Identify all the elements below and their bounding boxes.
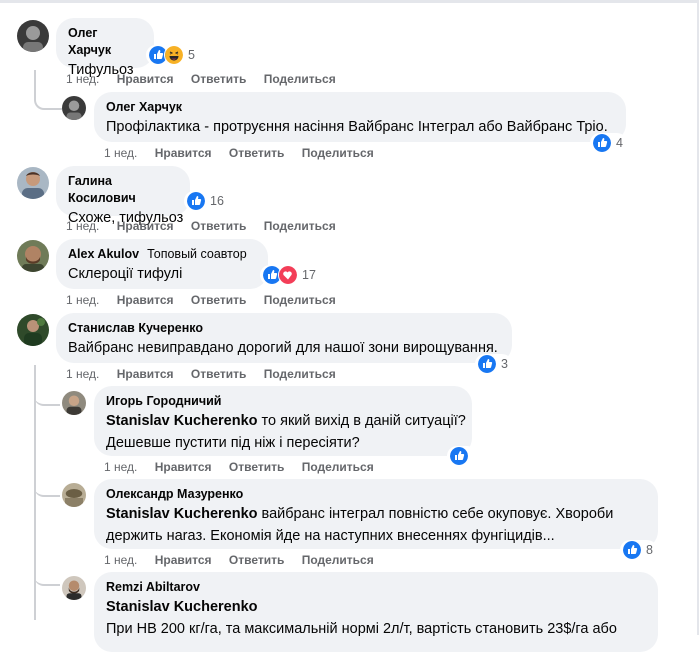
comment-author: Alex Akulov Топовый соавтор — [68, 246, 256, 263]
share-button[interactable]: Поделиться — [302, 460, 374, 474]
comment-author[interactable]: Remzi Abiltarov — [106, 579, 646, 596]
reply-button[interactable]: Ответить — [191, 367, 246, 381]
comment-bubble: Remzi Abiltarov Stanislav Kucherenko При… — [94, 572, 658, 652]
share-button[interactable]: Поделиться — [264, 72, 336, 86]
reply-button[interactable]: Ответить — [229, 146, 284, 160]
comment-text: Вайбранс невиправдано дорогий для нашої … — [68, 340, 498, 356]
comment-text-line2: При НВ 200 кг/га, та максимальній нормі … — [106, 621, 617, 637]
comment-bubble: Alex Akulov Топовый соавтор Склероції тиф… — [56, 239, 268, 289]
comment-actions: 1 нед. Нравится Ответить Поделиться — [104, 460, 388, 474]
comment-text-line1: то який вихід в даній ситуації? — [257, 413, 466, 429]
comment-author[interactable]: Олександр Мазуренко — [106, 486, 646, 503]
reaction-count: 16 — [210, 194, 224, 208]
reaction-count: 3 — [501, 357, 508, 371]
avatar[interactable] — [62, 391, 86, 415]
timestamp[interactable]: 1 нед. — [104, 146, 137, 160]
comment-author[interactable]: Игорь Городничий — [106, 393, 460, 410]
reactions[interactable]: 16 — [184, 191, 228, 211]
mention-link[interactable]: Stanislav Kucherenko — [106, 596, 646, 618]
like-button[interactable]: Нравится — [155, 553, 212, 567]
comment-text: Stanislav Kucherenko то який вихід в дан… — [106, 410, 466, 432]
comment-bubble: Игорь Городничий Stanislav Kucherenko то… — [94, 386, 472, 456]
comment-actions: 1 нед. Нравится Ответить Поделиться — [66, 72, 350, 86]
like-button[interactable]: Нравится — [155, 460, 212, 474]
timestamp[interactable]: 1 нед. — [104, 553, 137, 567]
top-contributor-badge: Топовый соавтор — [147, 247, 247, 261]
comment-author[interactable]: Галина Косилович — [68, 173, 178, 207]
avatar[interactable] — [17, 240, 49, 272]
share-button[interactable]: Поделиться — [302, 146, 374, 160]
thread-line — [34, 483, 60, 497]
comment-bubble: Станислав Кучеренко Вайбранс невиправдан… — [56, 313, 512, 363]
timestamp[interactable]: 1 нед. — [66, 293, 99, 307]
comment-author[interactable]: Олег Харчук — [106, 99, 614, 116]
comment-bubble: Олег Харчук Тифульоз — [56, 18, 154, 78]
thread-line — [34, 572, 60, 586]
like-button[interactable]: Нравится — [117, 367, 174, 381]
reply-button[interactable]: Ответить — [191, 219, 246, 233]
comment-actions: 1 нед. Нравится Ответить Поделиться — [66, 367, 350, 381]
like-icon — [477, 354, 497, 374]
like-icon — [592, 133, 612, 153]
reactions[interactable]: 5 — [146, 45, 199, 65]
like-icon — [622, 540, 642, 560]
reaction-count: 5 — [188, 48, 195, 62]
avatar[interactable] — [17, 167, 49, 199]
timestamp[interactable]: 1 нед. — [104, 460, 137, 474]
avatar[interactable] — [62, 483, 86, 507]
reactions[interactable]: 3 — [475, 354, 512, 374]
reactions[interactable]: 17 — [260, 265, 320, 285]
reply-button[interactable]: Ответить — [191, 72, 246, 86]
like-button[interactable]: Нравится — [117, 72, 174, 86]
thread-line — [34, 70, 62, 110]
share-button[interactable]: Поделиться — [264, 293, 336, 307]
love-icon — [278, 265, 298, 285]
like-icon — [186, 191, 206, 211]
comment-actions: 1 нед. Нравится Ответить Поделиться — [66, 293, 350, 307]
share-button[interactable]: Поделиться — [264, 367, 336, 381]
reactions[interactable] — [447, 446, 477, 466]
reaction-count: 8 — [646, 543, 653, 557]
timestamp[interactable]: 1 нед. — [66, 367, 99, 381]
comment-text: Профілактика - протруєння насіння Вайбра… — [106, 119, 608, 135]
reactions[interactable]: 8 — [620, 540, 657, 560]
share-button[interactable]: Поделиться — [302, 553, 374, 567]
avatar[interactable] — [62, 576, 86, 600]
comment-bubble: Галина Косилович Схоже, тифульоз — [56, 166, 190, 226]
comment-actions: 1 нед. Нравится Ответить Поделиться — [104, 146, 388, 160]
comment-author[interactable]: Станислав Кучеренко — [68, 320, 500, 337]
reply-button[interactable]: Ответить — [191, 293, 246, 307]
avatar[interactable] — [17, 314, 49, 346]
avatar[interactable] — [62, 96, 86, 120]
mention-link[interactable]: Stanislav Kucherenko — [106, 506, 258, 522]
share-button[interactable]: Поделиться — [264, 219, 336, 233]
comment-text-line1: вайбранс інтеграл повністю себе окуповує… — [257, 506, 614, 522]
mention-link[interactable]: Stanislav Kucherenko — [106, 413, 258, 429]
comment-text-line2: Дешевше пустити під ніж і пересіяти? — [106, 435, 360, 451]
haha-icon — [164, 45, 184, 65]
author-name[interactable]: Alex Akulov — [68, 247, 139, 261]
comment-bubble: Олександр Мазуренко Stanislav Kucherenko… — [94, 479, 658, 549]
comment-text: Stanislav Kucherenko вайбранс інтеграл п… — [106, 503, 646, 525]
timestamp[interactable]: 1 нед. — [66, 219, 99, 233]
like-button[interactable]: Нравится — [155, 146, 212, 160]
reactions[interactable]: 4 — [590, 133, 627, 153]
comment-text-line2: держить наraз. Економія йде на наступних… — [106, 528, 555, 544]
thread-line — [34, 392, 60, 406]
reply-button[interactable]: Ответить — [229, 460, 284, 474]
like-icon — [449, 446, 469, 466]
reply-button[interactable]: Ответить — [229, 553, 284, 567]
like-button[interactable]: Нравится — [117, 293, 174, 307]
comment-text: Склероції тифулі — [68, 266, 183, 282]
reaction-count: 4 — [616, 136, 623, 150]
reaction-count: 17 — [302, 268, 316, 282]
comment-actions: 1 нед. Нравится Ответить Поделиться — [104, 553, 388, 567]
comment-bubble: Олег Харчук Профілактика - протруєння на… — [94, 92, 626, 142]
comment-actions: 1 нед. Нравится Ответить Поделиться — [66, 219, 350, 233]
avatar[interactable] — [17, 20, 49, 52]
comment-author[interactable]: Олег Харчук — [68, 25, 142, 59]
top-divider — [0, 0, 699, 3]
like-button[interactable]: Нравится — [117, 219, 174, 233]
timestamp[interactable]: 1 нед. — [66, 72, 99, 86]
